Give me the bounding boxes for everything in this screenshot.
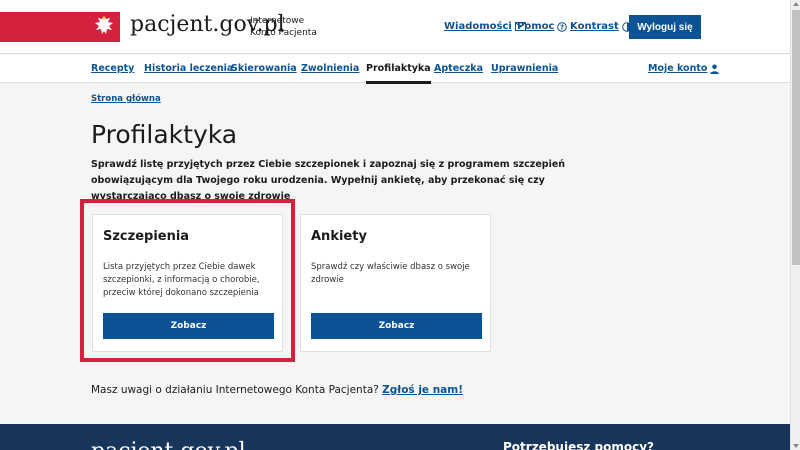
messages-link[interactable]: Wiadomości <box>444 21 526 32</box>
highlight-frame <box>80 199 295 362</box>
breadcrumb-home[interactable]: Strona główna <box>91 94 161 104</box>
eagle-emblem-icon <box>90 12 118 42</box>
help-link[interactable]: Pomoc ? <box>517 21 568 32</box>
page-scrollbar[interactable] <box>790 0 800 450</box>
my-account-label: Moje konto <box>648 63 708 74</box>
site-subtitle: Internetowe Konto Pacjenta <box>250 16 317 38</box>
nav-item-profilaktyka[interactable]: Profilaktyka <box>366 63 431 84</box>
card-description: Sprawdź czy właściwie dbasz o swoje zdro… <box>311 262 470 285</box>
footer-help-heading: Potrzebujesz pomocy? <box>503 440 654 450</box>
nav-item-skierowania[interactable]: Skierowania <box>231 63 297 74</box>
scroll-up-icon[interactable] <box>793 2 799 6</box>
nav-item-uprawnienia[interactable]: Uprawnienia <box>491 63 558 74</box>
contrast-toggle[interactable]: Kontrast <box>570 21 632 32</box>
feedback-text: Masz uwagi o działaniu Internetowego Kon… <box>91 384 379 396</box>
help-label: Pomoc <box>517 21 555 32</box>
feedback-line: Masz uwagi o działaniu Internetowego Kon… <box>91 384 463 396</box>
card-title: Ankiety <box>311 229 367 244</box>
top-header: pacjent.gov.pl Internetowe Konto Pacjent… <box>0 0 790 54</box>
footer-logo[interactable]: pacjent.gov.pl <box>91 439 246 450</box>
svg-text:?: ? <box>560 23 564 31</box>
logout-button[interactable]: Wyloguj się <box>629 15 701 39</box>
nav-item-apteczka[interactable]: Apteczka <box>434 63 483 74</box>
user-icon <box>710 64 720 74</box>
surveys-view-button[interactable]: Zobacz <box>311 313 482 339</box>
card-surveys: Ankiety Sprawdź czy właściwie dbasz o sw… <box>300 214 491 352</box>
scroll-thumb[interactable] <box>792 10 800 265</box>
feedback-link[interactable]: Zgłoś je nam! <box>382 384 463 396</box>
my-account-link[interactable]: Moje konto <box>648 63 720 74</box>
main-nav: Recepty Historia leczenia Skierowania Zw… <box>0 55 790 84</box>
nav-item-zwolnienia[interactable]: Zwolnienia <box>301 63 359 74</box>
page-title: Profilaktyka <box>91 120 238 149</box>
messages-label: Wiadomości <box>444 21 512 32</box>
nav-item-historia-leczenia[interactable]: Historia leczenia <box>144 63 233 74</box>
footer: pacjent.gov.pl Potrzebujesz pomocy? <box>0 424 790 450</box>
page-intro: Sprawdź listę przyjętych przez Ciebie sz… <box>91 159 566 202</box>
question-circle-icon: ? <box>557 21 568 32</box>
nav-item-recepty[interactable]: Recepty <box>91 63 134 74</box>
contrast-label: Kontrast <box>570 21 619 32</box>
scroll-down-icon[interactable] <box>793 444 799 448</box>
